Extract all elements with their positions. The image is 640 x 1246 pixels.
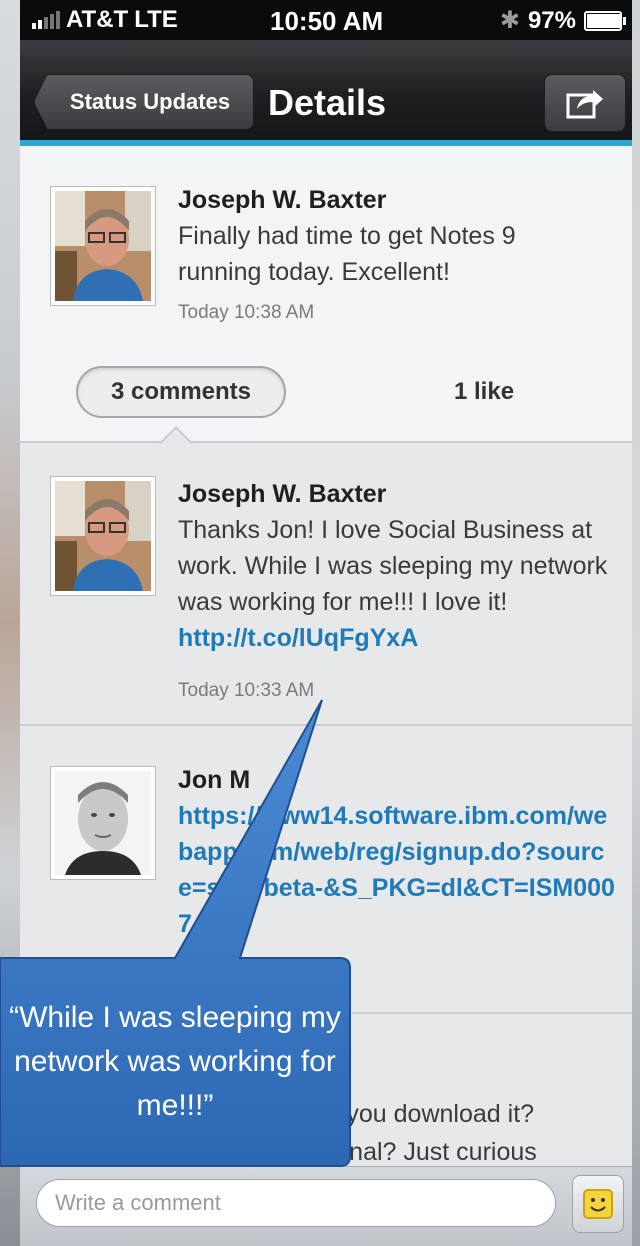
carrier-label: AT&T	[66, 6, 129, 33]
share-icon	[566, 90, 603, 119]
avatar[interactable]	[50, 186, 156, 306]
comment-body: Thanks Jon! I love Social Business at wo…	[178, 516, 608, 616]
comment-text: Thanks Jon! I love Social Business at wo…	[178, 512, 618, 656]
status-bar: AT&T LTE 10:50 AM ✱ 97%	[20, 0, 632, 40]
signal-indicator: AT&T LTE	[32, 6, 178, 34]
author-photo	[55, 771, 151, 875]
comment-link[interactable]: http://t.co/lUqFgYxA	[178, 624, 418, 652]
comments-count-button[interactable]: 3 comments	[76, 366, 286, 418]
callout-text: “While I was sleeping my network was wor…	[9, 1001, 341, 1122]
battery-icon	[584, 10, 626, 31]
list-item: Joseph W. Baxter Thanks Jon! I love Soci…	[20, 442, 632, 724]
avatar[interactable]	[50, 476, 156, 596]
comment-text-line-1: id you download it?	[320, 1100, 535, 1128]
comment-composer	[20, 1166, 632, 1246]
share-button[interactable]	[544, 74, 626, 132]
comment-author[interactable]: Joseph W. Baxter	[178, 480, 386, 509]
comment-author[interactable]: Jon M	[178, 766, 250, 795]
status-right: ✱ 97%	[499, 6, 626, 35]
page-title: Details	[268, 82, 387, 123]
divider	[20, 441, 632, 443]
likes-count-button[interactable]: 1 like	[454, 378, 514, 406]
author-photo	[55, 481, 151, 591]
comment-input[interactable]	[36, 1179, 556, 1227]
bluetooth-icon: ✱	[499, 7, 520, 34]
back-button[interactable]: Status Updates	[34, 74, 254, 130]
emoji-button[interactable]	[572, 1175, 624, 1233]
post-stats: 3 comments 1 like	[20, 362, 632, 442]
smiley-icon	[583, 1189, 613, 1219]
post-text: Finally had time to get Notes 9 running …	[178, 222, 516, 286]
status-post: Joseph W. Baxter Finally had time to get…	[20, 146, 632, 442]
comment-link[interactable]: https://www14.software.ibm.com/webapp/iw…	[178, 798, 618, 942]
nav-bar: Status Updates Details	[20, 40, 632, 146]
comment-text-line-2: ternal? Just curious	[320, 1138, 537, 1166]
author-photo	[55, 191, 151, 301]
comment-timestamp: Today 10:33 AM	[178, 680, 315, 701]
battery-percent: 97%	[527, 6, 576, 34]
signal-bars-icon	[32, 11, 60, 29]
clock: 10:50 AM	[270, 6, 384, 36]
avatar[interactable]	[50, 766, 156, 880]
post-timestamp: Today 10:38 AM	[178, 302, 315, 323]
network-label: LTE	[134, 6, 178, 33]
post-author[interactable]: Joseph W. Baxter	[178, 186, 386, 215]
